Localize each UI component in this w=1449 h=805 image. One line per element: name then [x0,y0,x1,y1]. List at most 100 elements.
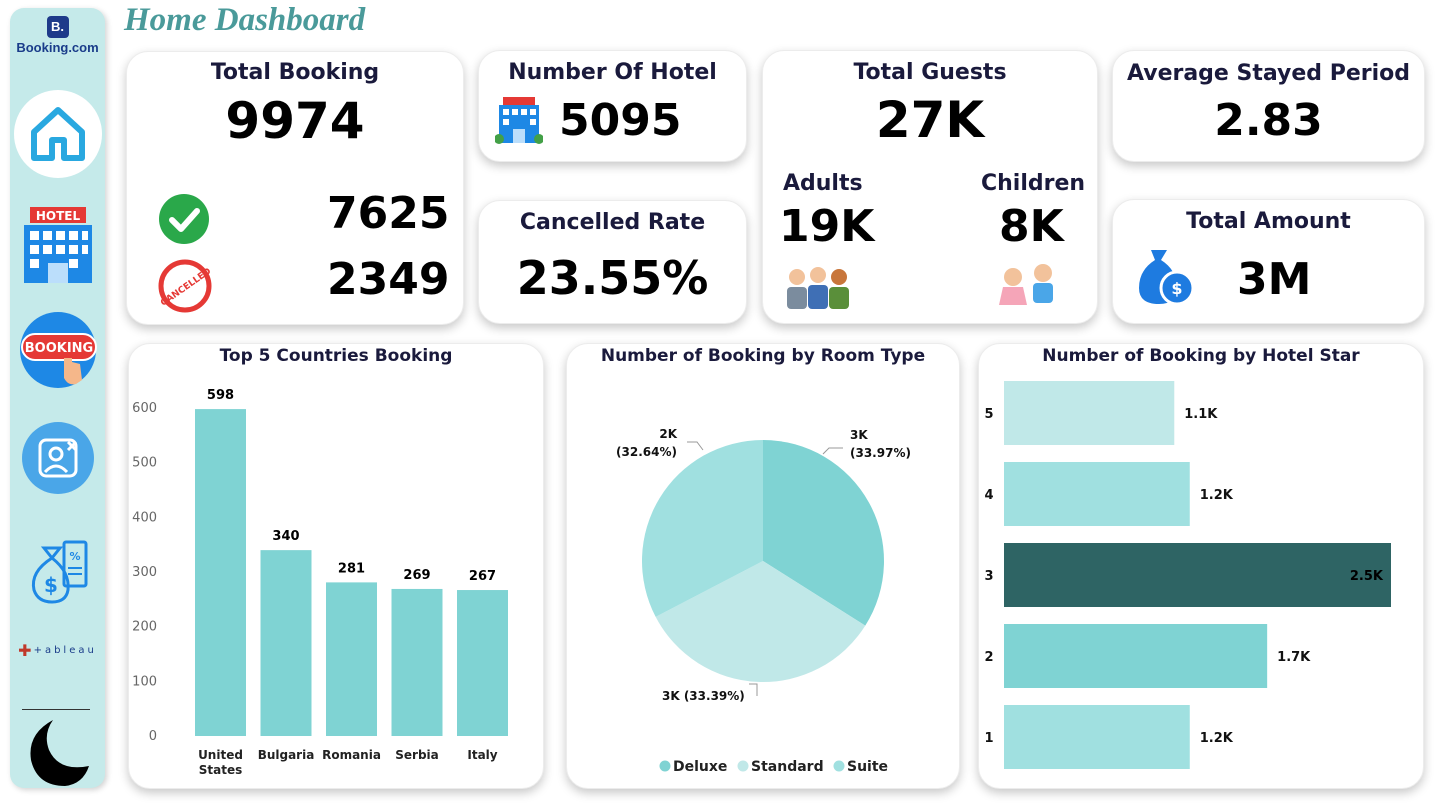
bar-value-label: 267 [469,569,496,584]
total-guests-value: 27K [875,91,985,149]
y-tick-label: 300 [132,565,157,580]
bar-value-label: 1.7K [1277,650,1311,665]
hotel-star-chart-card: Number of Booking by Hotel Star 5 1.1K 4 1.… [978,343,1424,789]
number-of-hotel-card: Number Of Hotel 5095 [478,50,747,162]
bar-value-label: 281 [338,561,365,576]
tableau-label: +ableau [33,644,97,656]
children-icon [999,264,1053,305]
leader-line [822,447,843,455]
x-tick-label: Romania [322,748,381,762]
y-tick-label: 4 [984,488,993,503]
y-tick-label: 1 [984,731,993,746]
booking-logo[interactable]: B. Booking.com [10,16,105,55]
room-type-chart-card: Number of Booking by Room Type 3K (33.97%… [566,343,960,789]
legend-swatch [659,760,671,772]
money-bag-gear-icon: $ [1139,250,1195,306]
bar [326,582,377,736]
x-tick-label: Italy [467,748,497,762]
bar-value-label: 598 [207,388,234,403]
legend-label: Standard [751,759,824,775]
logo-text: Booking.com [16,40,99,55]
hotel-sign-text: HOTEL [35,209,80,223]
hotel-star-chart: 5 1.1K 4 1.2K 3 2.5K 2 1.7K 1 1.2K [984,381,1391,769]
total-amount-card: Total Amount $ 3M [1112,199,1425,324]
cancelled-rate-card: Cancelled Rate 23.55% [478,200,747,324]
legend-label: Deluxe [673,759,727,775]
sidebar: B. Booking.com HOTEL BOOKING $ % ✚ +able… [10,8,105,788]
average-stayed-value: 2.83 [1214,95,1323,146]
bar-value-label: 1.2K [1200,488,1234,503]
top-countries-chart-card: Top 5 Countries Booking 0 100 200 300 400 500… [128,343,544,789]
room-type-chart: 3K (33.97%) 3K (33.39%) 2K (32.64%) Deluxe Sta… [616,427,911,775]
x-tick-label: States [199,763,243,777]
bar [260,550,312,736]
bar [1004,543,1391,607]
y-tick-label: 2 [984,650,993,665]
legend-swatch [833,760,845,772]
y-tick-label: 500 [132,456,157,471]
bar [1004,705,1190,769]
y-tick-label: 100 [132,674,157,689]
cancelled-rate-label: Cancelled Rate [519,210,706,235]
average-stayed-label: Average Stayed Period [1126,61,1411,86]
bar [1004,624,1268,688]
total-booking-value: 9974 [225,92,365,150]
home-icon[interactable] [10,88,105,180]
bar [1004,381,1175,445]
y-tick-label: 3 [984,569,993,584]
logo-letter: B. [46,16,69,38]
cancelled-bookings-value: 2349 [327,254,450,305]
bar-value-label: 1.2K [1200,731,1234,746]
tableau-icon[interactable]: ✚ +ableau [10,638,105,662]
total-booking-label: Total Booking [210,60,380,85]
average-stayed-card: Average Stayed Period 2.83 [1112,50,1425,162]
hotel-building-icon [495,97,543,144]
total-guests-label: Total Guests [853,60,1007,85]
legend-label: Suite [847,759,888,775]
adults-family-icon [787,267,849,309]
bar-value-label: 2.5K [1350,569,1384,584]
total-guests-card: Total Guests 27K Adults Children 19K 8K [762,50,1098,324]
children-value: 8K [999,201,1064,252]
x-tick-label: United [198,748,243,762]
x-tick-label: Bulgaria [258,748,315,762]
booking-icon[interactable]: BOOKING [10,308,105,392]
tableau-cross-icon: ✚ [18,640,32,660]
bar-value-label: 340 [272,529,299,544]
pie-data-label: (33.97%) [850,446,911,460]
pie-data-label: (32.64%) [616,445,677,459]
page-title: Home Dashboard [124,2,366,38]
adults-value: 19K [779,201,875,252]
svg-text:%: % [69,550,80,563]
y-tick-label: 200 [132,620,157,635]
total-amount-label: Total Amount [1186,209,1351,234]
bar-value-label: 269 [403,568,430,583]
moon-icon[interactable] [10,716,105,788]
bar [1004,462,1190,526]
hotel-icon[interactable]: HOTEL [10,203,105,287]
cancel-user-icon[interactable] [10,418,105,498]
svg-text:$: $ [1171,279,1182,298]
bar [195,409,246,736]
pie-data-label: 3K [850,428,868,442]
y-tick-label: 400 [132,510,157,525]
y-tick-label: 5 [984,407,993,422]
total-amount-value: 3M [1237,254,1312,305]
bar [457,590,508,736]
pie-data-label: 2K [659,427,677,441]
children-label: Children [981,171,1086,196]
legend-swatch [737,760,749,772]
total-booking-card: Total Booking 9974 7625 CANCELLED 2349 [126,51,464,325]
money-bag-icon[interactable]: $ % [10,528,105,608]
y-tick-label: 600 [132,401,157,416]
completed-bookings-value: 7625 [327,188,450,239]
leader-line [687,441,704,451]
bar-value-label: 1.1K [1184,407,1218,422]
adults-label: Adults [783,171,863,196]
number-of-hotel-value: 5095 [559,95,682,146]
cancelled-rate-value: 23.55% [516,251,709,305]
bar [391,588,443,736]
number-of-hotel-label: Number Of Hotel [508,60,717,85]
check-icon [159,194,209,244]
divider [22,709,90,710]
